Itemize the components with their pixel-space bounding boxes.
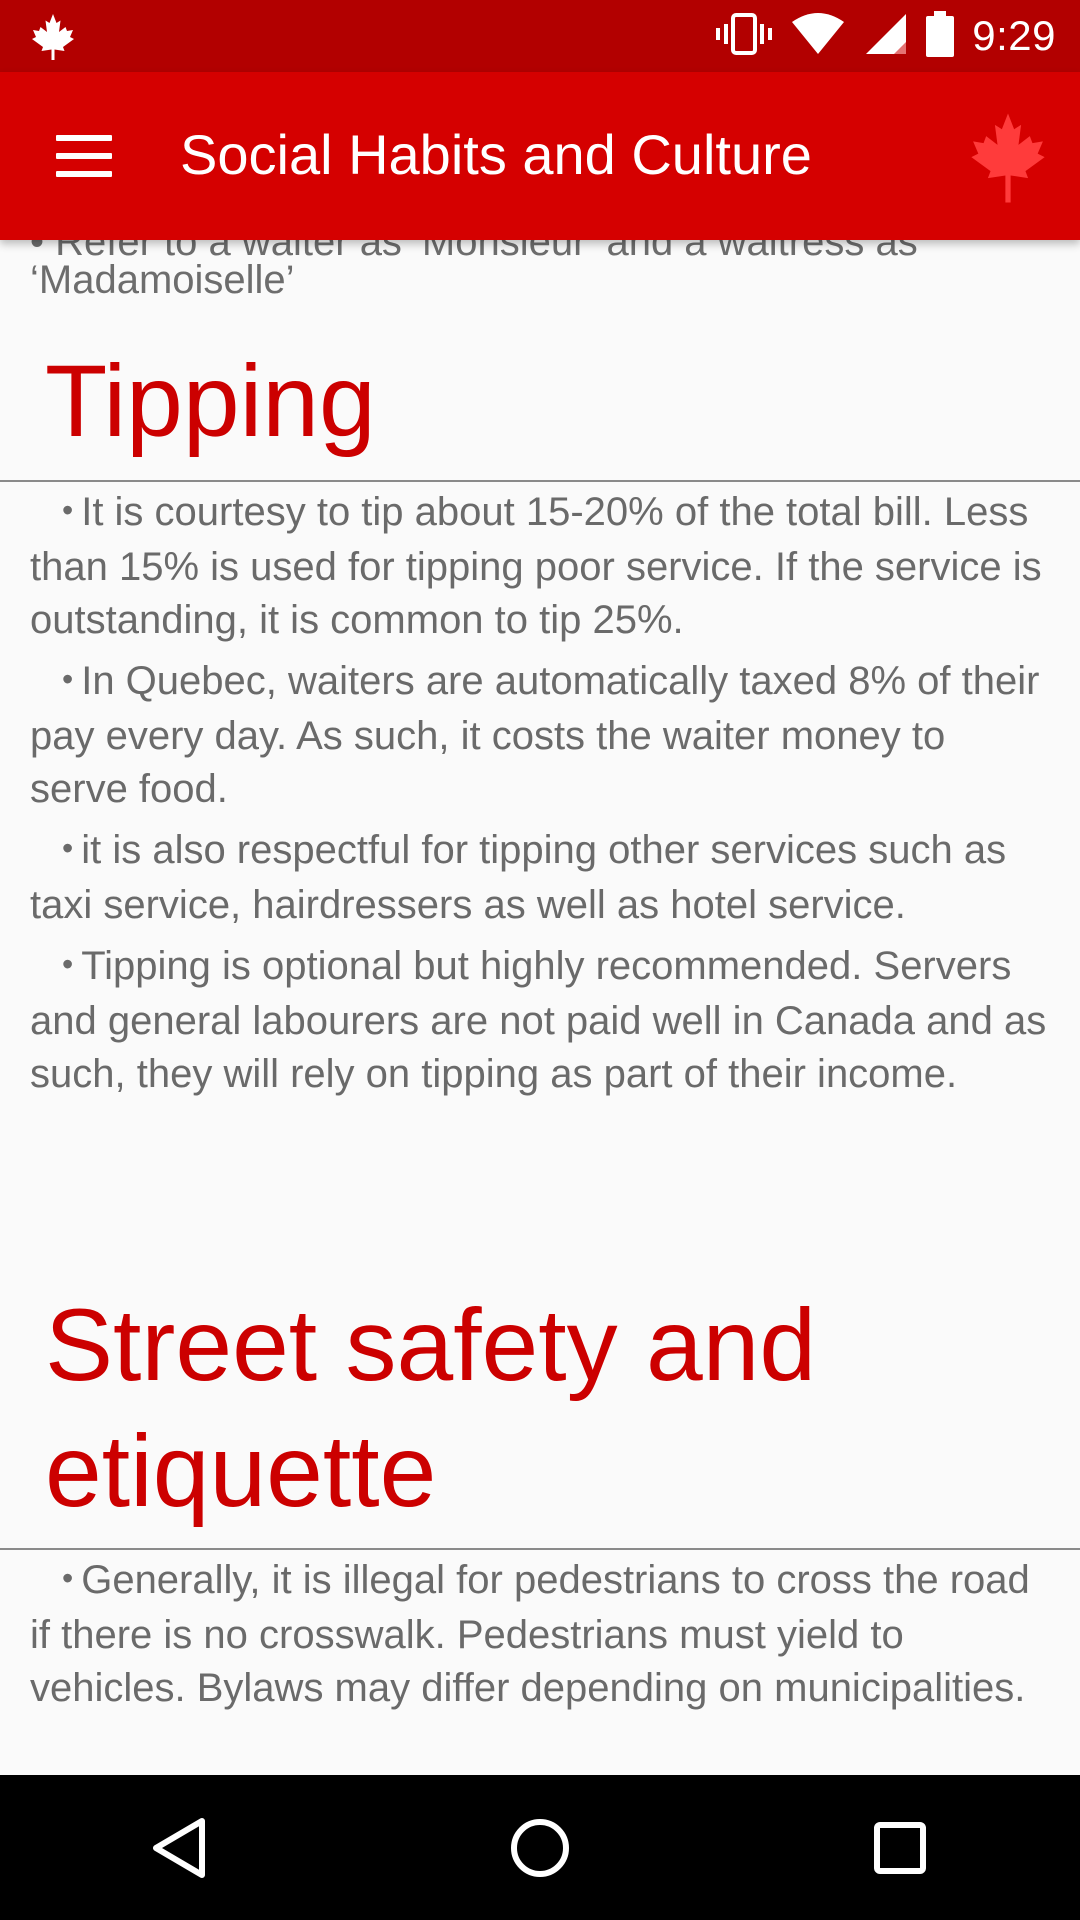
maple-leaf-icon [28,12,78,62]
cell-signal-icon [864,12,908,61]
list-item: • Tipping is optional but highly recommen… [30,944,1047,1096]
list-item: • It is courtesy to tip about 15-20% of t… [30,490,1042,642]
battery-icon [926,10,955,62]
list-item: • Generally, it is illegal for pedestrian… [30,1558,1030,1710]
hamburger-menu-icon[interactable] [40,116,130,196]
article-content[interactable]: • Refer to a waiter as ‘Monsieur’ and a … [0,200,1080,1775]
tipping-list: • It is courtesy to tip about 15-20% of t… [30,486,1050,1109]
section-title-tipping: Tipping [45,344,376,458]
navigation-bar [0,1775,1080,1920]
wifi-icon [790,12,846,61]
screen: 9:29 Social Habits and Culture • Refer t… [0,0,1080,1920]
status-bar: 9:29 [0,0,1080,72]
page-title: Social Habits and Culture [180,123,812,186]
list-item: • it is also respectful for tipping other… [30,828,1007,927]
section-divider [0,1548,1080,1550]
maple-leaf-icon [964,110,1052,206]
street-safety-list: • Generally, it is illegal for pedestrian… [30,1554,1050,1723]
list-item: • In Quebec, waiters are automatically ta… [30,659,1040,811]
app-bar: Social Habits and Culture [0,72,1080,240]
cut-off-text-continuation: ‘Madamoiselle’ [30,258,295,302]
section-title-street-safety: Street safety and etiquette [45,1288,817,1528]
vibrate-icon [716,12,773,61]
status-icons: 9:29 [716,0,1056,72]
recents-icon[interactable] [840,1788,960,1908]
back-icon[interactable] [120,1788,240,1908]
status-time: 9:29 [972,12,1056,59]
home-icon[interactable] [480,1788,600,1908]
section-divider [0,480,1080,482]
